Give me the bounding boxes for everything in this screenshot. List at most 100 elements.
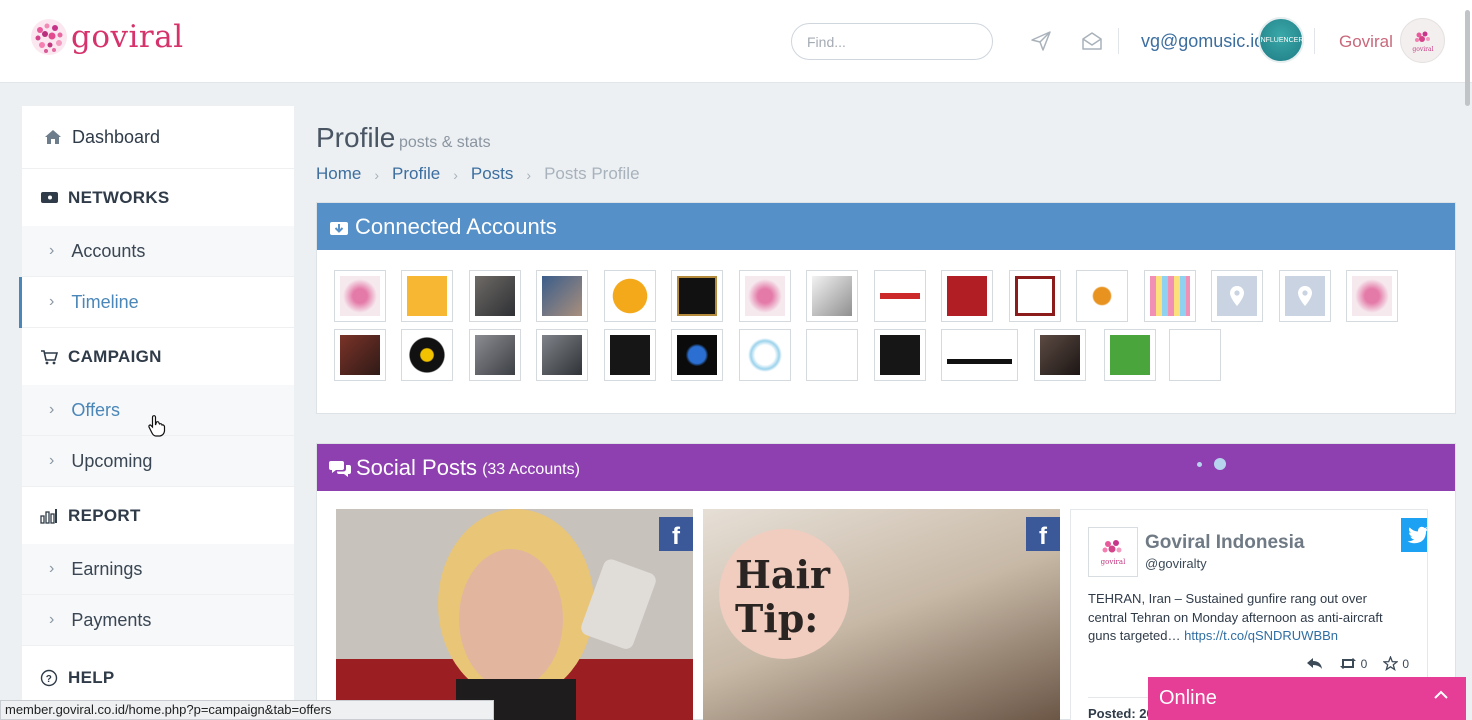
sidebar-item-dashboard[interactable]: Dashboard xyxy=(22,106,294,169)
online-chat-bar[interactable]: Online xyxy=(1148,677,1466,720)
sidebar-item-earnings[interactable]: › Earnings xyxy=(22,544,294,595)
tweet-author-handle[interactable]: @goviralty xyxy=(1145,556,1207,571)
search-box[interactable] xyxy=(791,23,993,60)
carousel-dot-active[interactable] xyxy=(1214,458,1226,470)
social-posts-count: (33 Accounts) xyxy=(482,460,580,478)
account-avatar[interactable] xyxy=(604,270,656,322)
account-avatar[interactable] xyxy=(536,329,588,381)
connected-accounts-title: Connected Accounts xyxy=(355,213,557,239)
retweet-button[interactable]: 0 xyxy=(1339,656,1368,671)
section-label: HELP xyxy=(68,668,115,687)
account-avatar[interactable] xyxy=(1104,329,1156,381)
retweet-count: 0 xyxy=(1360,656,1368,671)
brand-avatar[interactable]: goviral xyxy=(1400,18,1445,63)
account-avatar[interactable] xyxy=(334,270,386,322)
section-label: CAMPAIGN xyxy=(68,346,162,366)
account-avatar[interactable] xyxy=(874,270,926,322)
account-avatar[interactable] xyxy=(739,329,791,381)
cart-icon xyxy=(40,348,58,366)
top-header: goviral vg@gomusic.id INFLUENCER Goviral… xyxy=(0,0,1472,83)
sidebar-item-accounts[interactable]: › Accounts xyxy=(22,226,294,277)
header-divider xyxy=(1314,28,1315,54)
favorite-count: 0 xyxy=(1402,656,1409,671)
sidebar-item-label: Offers xyxy=(71,399,121,420)
sidebar-item-upcoming[interactable]: › Upcoming xyxy=(22,436,294,487)
account-avatar[interactable] xyxy=(401,329,453,381)
connected-accounts-panel: Connected Accounts xyxy=(316,202,1456,414)
scrollbar-thumb[interactable] xyxy=(1465,10,1470,106)
chevron-up-icon[interactable] xyxy=(1434,690,1448,699)
account-avatar[interactable] xyxy=(401,270,453,322)
search-input[interactable] xyxy=(807,33,988,50)
breadcrumb-profile[interactable]: Profile xyxy=(392,164,440,186)
account-avatar[interactable] xyxy=(1144,270,1196,322)
sidebar-section-help[interactable]: ? HELP xyxy=(22,649,294,707)
account-avatar[interactable] xyxy=(469,329,521,381)
user-email[interactable]: vg@gomusic.id xyxy=(1141,31,1264,52)
account-avatar[interactable] xyxy=(1009,270,1061,322)
header-divider xyxy=(1118,28,1119,54)
goviral-logo[interactable]: goviral xyxy=(30,18,184,56)
location-pin-icon xyxy=(1230,286,1244,306)
page-subtitle: posts & stats xyxy=(399,134,491,151)
chevron-right-icon: › xyxy=(374,167,380,183)
favorite-button[interactable]: 0 xyxy=(1383,656,1409,671)
send-icon[interactable] xyxy=(1030,30,1052,52)
logo-mark-icon xyxy=(30,18,68,56)
account-avatar[interactable] xyxy=(941,270,993,322)
account-avatar[interactable] xyxy=(806,270,858,322)
connected-accounts-header: Connected Accounts xyxy=(317,203,1455,250)
post-card-facebook[interactable]: Hair Tip: f xyxy=(703,509,1060,720)
goviral-mini-logo-icon: goviral xyxy=(1101,540,1126,566)
account-avatar[interactable] xyxy=(1211,270,1263,322)
account-avatar[interactable] xyxy=(739,270,791,322)
facebook-icon: f xyxy=(1026,517,1060,551)
online-label: Online xyxy=(1159,687,1217,709)
account-avatar[interactable] xyxy=(334,329,386,381)
account-avatar[interactable] xyxy=(469,270,521,322)
sidebar-item-label: Timeline xyxy=(71,291,139,312)
page-scrollbar[interactable] xyxy=(1464,0,1472,720)
account-avatar[interactable] xyxy=(671,329,723,381)
post-photo xyxy=(336,509,693,720)
sidebar-item-payments[interactable]: › Payments xyxy=(22,595,294,646)
social-posts-title: Social Posts xyxy=(356,454,478,480)
account-avatar[interactable] xyxy=(604,329,656,381)
reply-icon[interactable] xyxy=(1306,657,1323,670)
tweet-author-name[interactable]: Goviral Indonesia xyxy=(1145,532,1304,554)
comments-icon xyxy=(329,460,351,477)
account-avatar[interactable] xyxy=(671,270,723,322)
influencer-avatar[interactable]: INFLUENCER xyxy=(1258,17,1304,63)
chevron-right-icon: › xyxy=(49,452,55,469)
account-avatar[interactable] xyxy=(941,329,1018,381)
carousel-dot[interactable] xyxy=(1197,461,1202,467)
account-avatar[interactable] xyxy=(874,329,926,381)
breadcrumb-posts[interactable]: Posts xyxy=(471,164,514,186)
browser-status-url: member.goviral.co.id/home.php?p=campaign… xyxy=(0,700,494,720)
sidebar-item-label: Earnings xyxy=(71,558,143,579)
account-avatar[interactable] xyxy=(1279,270,1331,322)
hand-cursor-icon xyxy=(148,415,166,437)
account-avatar[interactable] xyxy=(1169,329,1221,381)
chevron-right-icon: › xyxy=(49,560,55,577)
chevron-right-icon: › xyxy=(49,293,55,310)
post-card-facebook[interactable]: f xyxy=(336,509,693,720)
sidebar-item-timeline[interactable]: › Timeline xyxy=(19,277,294,328)
account-avatar[interactable] xyxy=(1034,329,1086,381)
account-avatar[interactable] xyxy=(536,270,588,322)
breadcrumb-home[interactable]: Home xyxy=(316,164,361,186)
tweet-link[interactable]: https://t.co/qSNDRUWBBn xyxy=(1184,628,1338,643)
page-title: Profile xyxy=(316,122,396,153)
social-posts-header: Social Posts (33 Accounts) xyxy=(317,444,1455,491)
svg-text:?: ? xyxy=(46,674,52,685)
account-avatar[interactable] xyxy=(1346,270,1398,322)
logo-text: goviral xyxy=(71,19,184,55)
chevron-right-icon: › xyxy=(49,611,55,628)
tweet-avatar[interactable]: goviral xyxy=(1088,527,1138,577)
sidebar-item-label: Dashboard xyxy=(72,126,161,147)
account-avatar[interactable] xyxy=(806,329,858,381)
brand-name[interactable]: Goviral xyxy=(1339,32,1393,52)
location-pin-icon xyxy=(1298,286,1312,306)
mail-icon[interactable] xyxy=(1081,30,1103,52)
account-avatar[interactable] xyxy=(1076,270,1128,322)
